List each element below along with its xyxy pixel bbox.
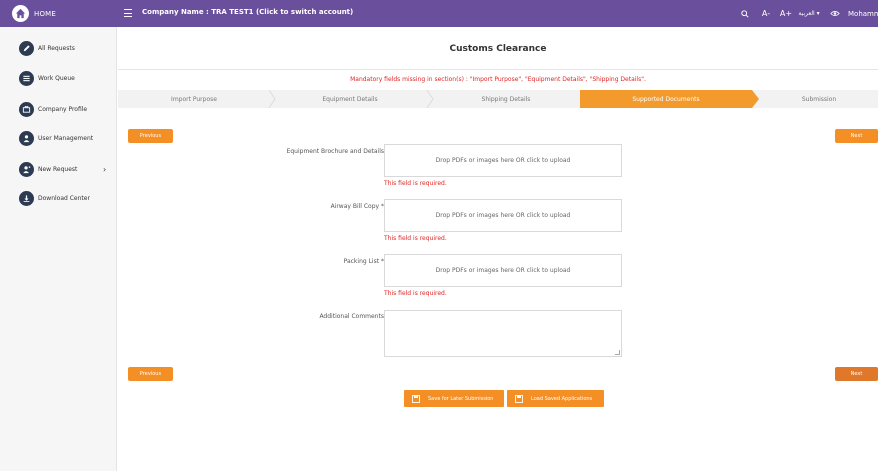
hamburger-menu-icon[interactable] [124,8,132,18]
pen-icon [19,40,34,56]
divider [118,69,878,70]
additional-comments-textarea[interactable] [384,310,622,357]
previous-button-top[interactable]: Previous [128,129,173,143]
sidebar-item-work-queue[interactable]: Work Queue [0,63,117,93]
font-decrease-button[interactable]: A- [756,0,776,27]
packing-list-label: Packing List * [343,258,384,265]
next-button-bottom[interactable]: Next [835,367,878,381]
user-plus-icon [19,161,34,177]
queue-icon [19,70,34,86]
sidebar-item-label: Work Queue [38,74,75,82]
error-banner: Mandatory fields missing in section(s) :… [350,76,646,83]
save-for-later-button[interactable]: Save for Later Submission [404,390,504,407]
users-icon [19,130,34,146]
sidebar-item-user-management[interactable]: User Management [0,123,117,153]
sidebar-item-all-requests[interactable]: All Requests [0,33,117,63]
briefcase-icon [19,101,34,117]
floppy-disk-icon [515,394,523,403]
sidebar-item-label: Download Center [38,194,90,202]
sidebar-item-new-request[interactable]: New Request › [0,154,117,184]
airway-bill-dropzone[interactable]: Drop PDFs or images here OR click to upl… [384,199,622,232]
company-switcher[interactable]: Company Name : TRA TEST1 (Click to switc… [142,8,353,16]
packing-list-dropzone[interactable]: Drop PDFs or images here OR click to upl… [384,254,622,287]
airway-bill-error: This field is required. [384,235,447,242]
user-menu[interactable]: Mohamm [848,0,878,27]
page-title: Customs Clearance [449,44,547,54]
wizard-stepper: Import Purpose Equipment Details Shippin… [118,89,878,109]
floppy-disk-icon [412,394,420,403]
sidebar-item-label: All Requests [38,44,75,52]
resize-handle-icon[interactable] [615,350,620,355]
search-icon[interactable] [738,0,752,27]
load-saved-applications-button[interactable]: Load Saved Applications [507,390,604,407]
step-active-arrow-icon [752,90,760,108]
main-content: Customs Clearance Mandatory fields missi… [118,27,878,471]
step-supported-documents[interactable]: Supported Documents [580,90,752,108]
sidebar-item-company-profile[interactable]: Company Profile [0,94,117,124]
font-increase-button[interactable]: A+ [776,0,796,27]
sidebar-item-label: Company Profile [38,105,88,113]
chevron-right-icon[interactable]: › [103,165,106,174]
step-submission[interactable]: Submission [760,90,878,108]
save-for-later-label: Save for Later Submission [428,395,494,402]
next-button-top[interactable]: Next [835,129,878,143]
equipment-brochure-label: Equipment Brochure and Details [286,148,384,155]
step-import-purpose[interactable]: Import Purpose [118,90,270,108]
sidebar: All Requests Work Queue Company Profile … [0,27,117,471]
additional-comments-label: Additional Comments [319,313,384,320]
eye-icon[interactable] [822,0,848,27]
sidebar-item-label: User Management [38,134,94,142]
language-dropdown[interactable]: العربية ▾ [796,0,822,27]
equipment-brochure-dropzone[interactable]: Drop PDFs or images here OR click to upl… [384,144,622,177]
home-logo-icon [12,5,29,22]
previous-button-bottom[interactable]: Previous [128,367,173,381]
home-link[interactable]: HOME [12,3,56,24]
step-equipment-details[interactable]: Equipment Details [274,90,426,108]
top-bar: HOME Company Name : TRA TEST1 (Click to … [0,0,878,27]
load-saved-applications-label: Load Saved Applications [531,395,593,402]
packing-list-error: This field is required. [384,290,447,297]
home-label: HOME [34,9,57,18]
sidebar-item-download-center[interactable]: Download Center [0,183,117,213]
sidebar-item-label: New Request [38,165,78,173]
download-icon [19,190,34,206]
equipment-brochure-error: This field is required. [384,180,447,187]
airway-bill-label: Airway Bill Copy * [330,203,384,210]
step-shipping-details[interactable]: Shipping Details [432,90,580,108]
